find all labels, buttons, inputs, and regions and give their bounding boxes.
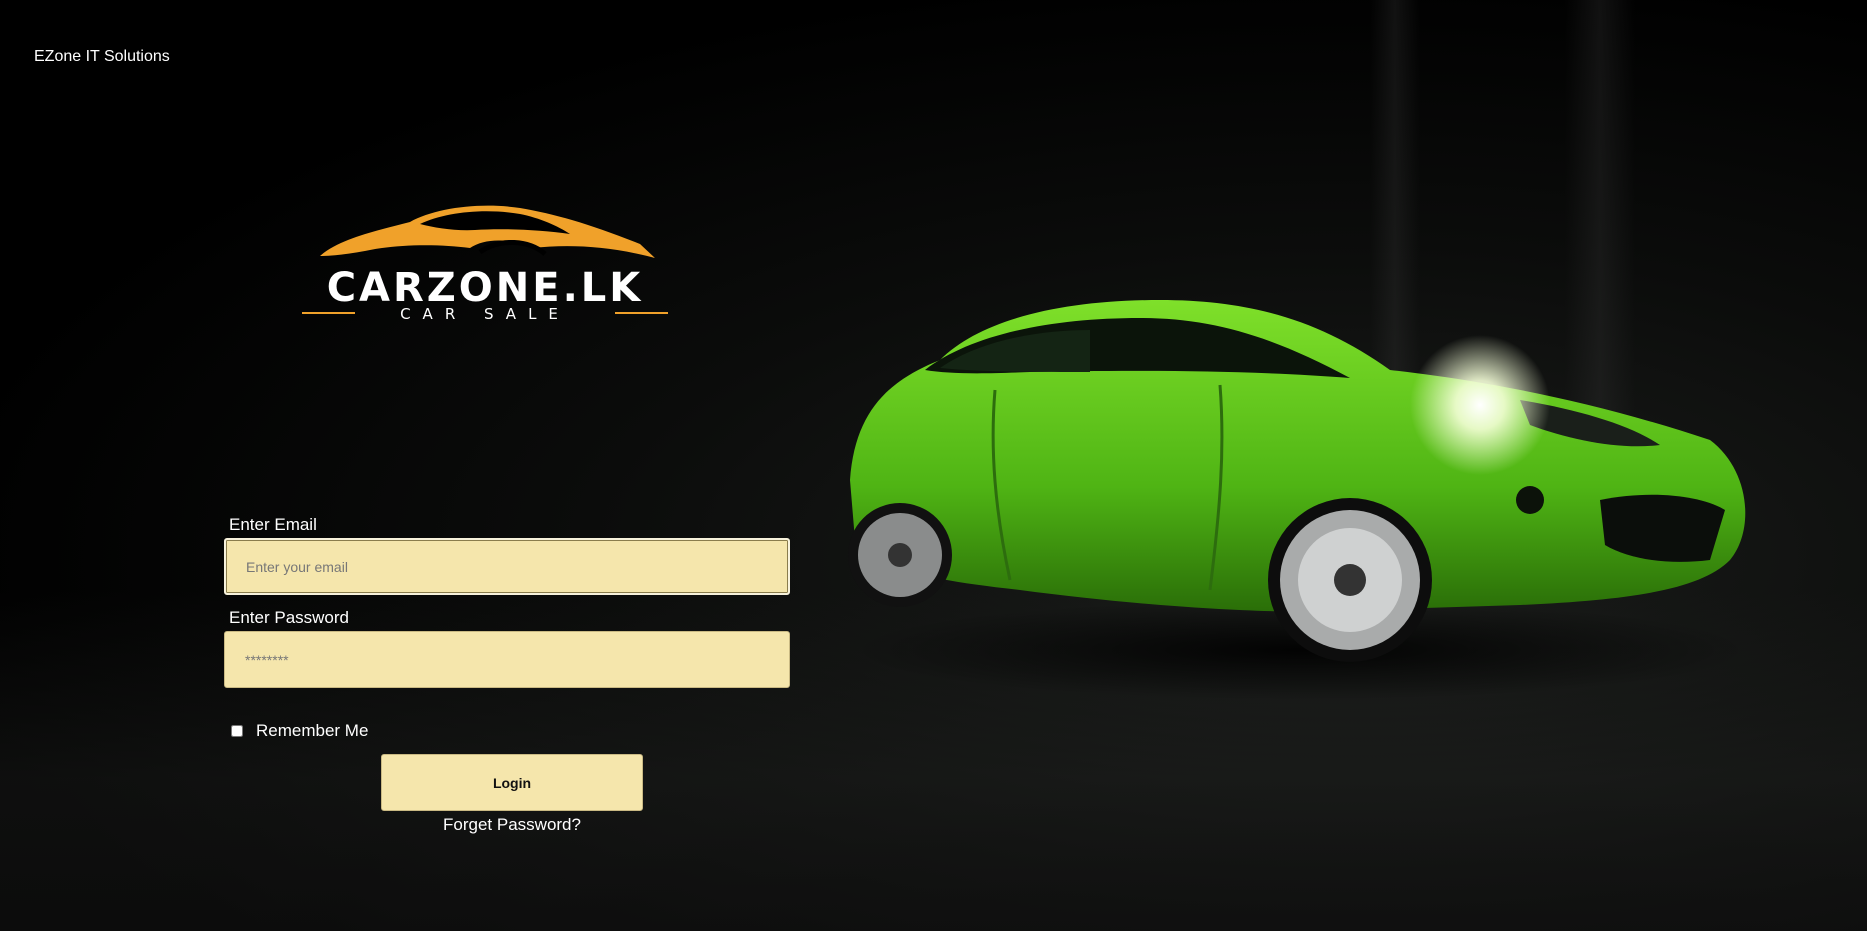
login-button[interactable]: Login: [381, 754, 643, 811]
remember-me-checkbox[interactable]: [231, 725, 243, 737]
logo-tagline: CAR SALE: [400, 305, 570, 323]
email-label: Enter Email: [229, 515, 317, 534]
carzone-logo: CARZONE.LK CAR SALE: [302, 205, 668, 323]
email-input[interactable]: [224, 538, 790, 595]
forgot-password-link[interactable]: Forget Password?: [381, 815, 643, 835]
login-form: Enter Email Enter Password Remember Me L…: [224, 512, 790, 835]
company-name: EZone IT Solutions: [34, 48, 170, 65]
remember-me-label: Remember Me: [256, 721, 369, 740]
login-page: EZone IT Solutions CARZONE.LK CAR SALE E…: [0, 0, 1867, 931]
car-image: [848, 300, 1750, 700]
password-label: Enter Password: [229, 608, 349, 627]
remember-me-row: Remember Me: [229, 718, 790, 744]
password-input[interactable]: [224, 631, 790, 688]
